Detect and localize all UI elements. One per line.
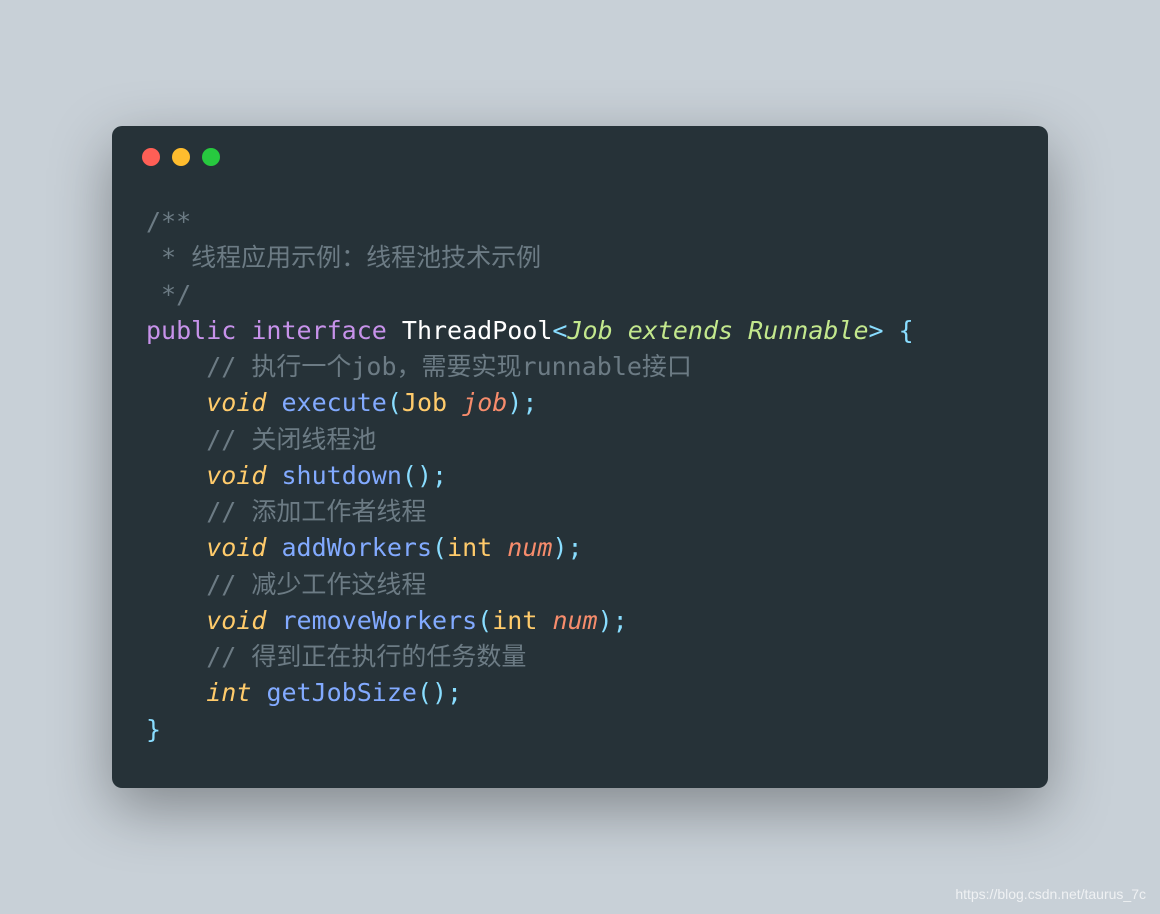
paren: (); [402, 461, 447, 490]
method-name: removeWorkers [282, 606, 478, 635]
angle-bracket: > [869, 316, 884, 345]
paren: ); [552, 533, 582, 562]
code-area: /** * 线程应用示例：线程池技术示例 */ public interface… [112, 176, 1048, 788]
type-runnable: Runnable [748, 316, 868, 345]
paren: ( [432, 533, 447, 562]
paren: ); [507, 388, 537, 417]
param-type: int [492, 606, 537, 635]
method-name: getJobSize [266, 678, 417, 707]
angle-bracket: < [552, 316, 567, 345]
comment-line: // 关闭线程池 [206, 425, 376, 454]
keyword-void: void [206, 461, 266, 490]
minimize-icon[interactable] [172, 148, 190, 166]
comment-line: // 添加工作者线程 [206, 497, 426, 526]
param-name: job [462, 388, 507, 417]
paren: ); [598, 606, 628, 635]
keyword-void: void [206, 606, 266, 635]
brace: } [146, 715, 161, 744]
paren: ( [477, 606, 492, 635]
comment-line: /** [146, 207, 191, 236]
keyword-public: public [146, 316, 236, 345]
param-type: Job [402, 388, 447, 417]
close-icon[interactable] [142, 148, 160, 166]
keyword-void: void [206, 533, 266, 562]
comment-line: // 减少工作这线程 [206, 570, 426, 599]
paren: ( [387, 388, 402, 417]
brace: { [884, 316, 914, 345]
keyword-extends: extends [628, 316, 733, 345]
param-name: num [552, 606, 597, 635]
keyword-int: int [206, 678, 251, 707]
param-name: num [507, 533, 552, 562]
param-type: int [447, 533, 492, 562]
keyword-void: void [206, 388, 266, 417]
class-name: ThreadPool [402, 316, 553, 345]
comment-line: */ [146, 280, 191, 309]
comment-line: // 得到正在执行的任务数量 [206, 642, 526, 671]
method-name: addWorkers [282, 533, 433, 562]
comment-line: * 线程应用示例：线程池技术示例 [146, 243, 541, 272]
method-name: shutdown [282, 461, 402, 490]
maximize-icon[interactable] [202, 148, 220, 166]
method-name: execute [282, 388, 387, 417]
watermark: https://blog.csdn.net/taurus_7c [955, 886, 1146, 902]
paren: (); [417, 678, 462, 707]
keyword-interface: interface [251, 316, 386, 345]
comment-line: // 执行一个job，需要实现runnable接口 [206, 352, 692, 381]
code-window: /** * 线程应用示例：线程池技术示例 */ public interface… [112, 126, 1048, 788]
titlebar [112, 126, 1048, 176]
type-param: Job [567, 316, 612, 345]
